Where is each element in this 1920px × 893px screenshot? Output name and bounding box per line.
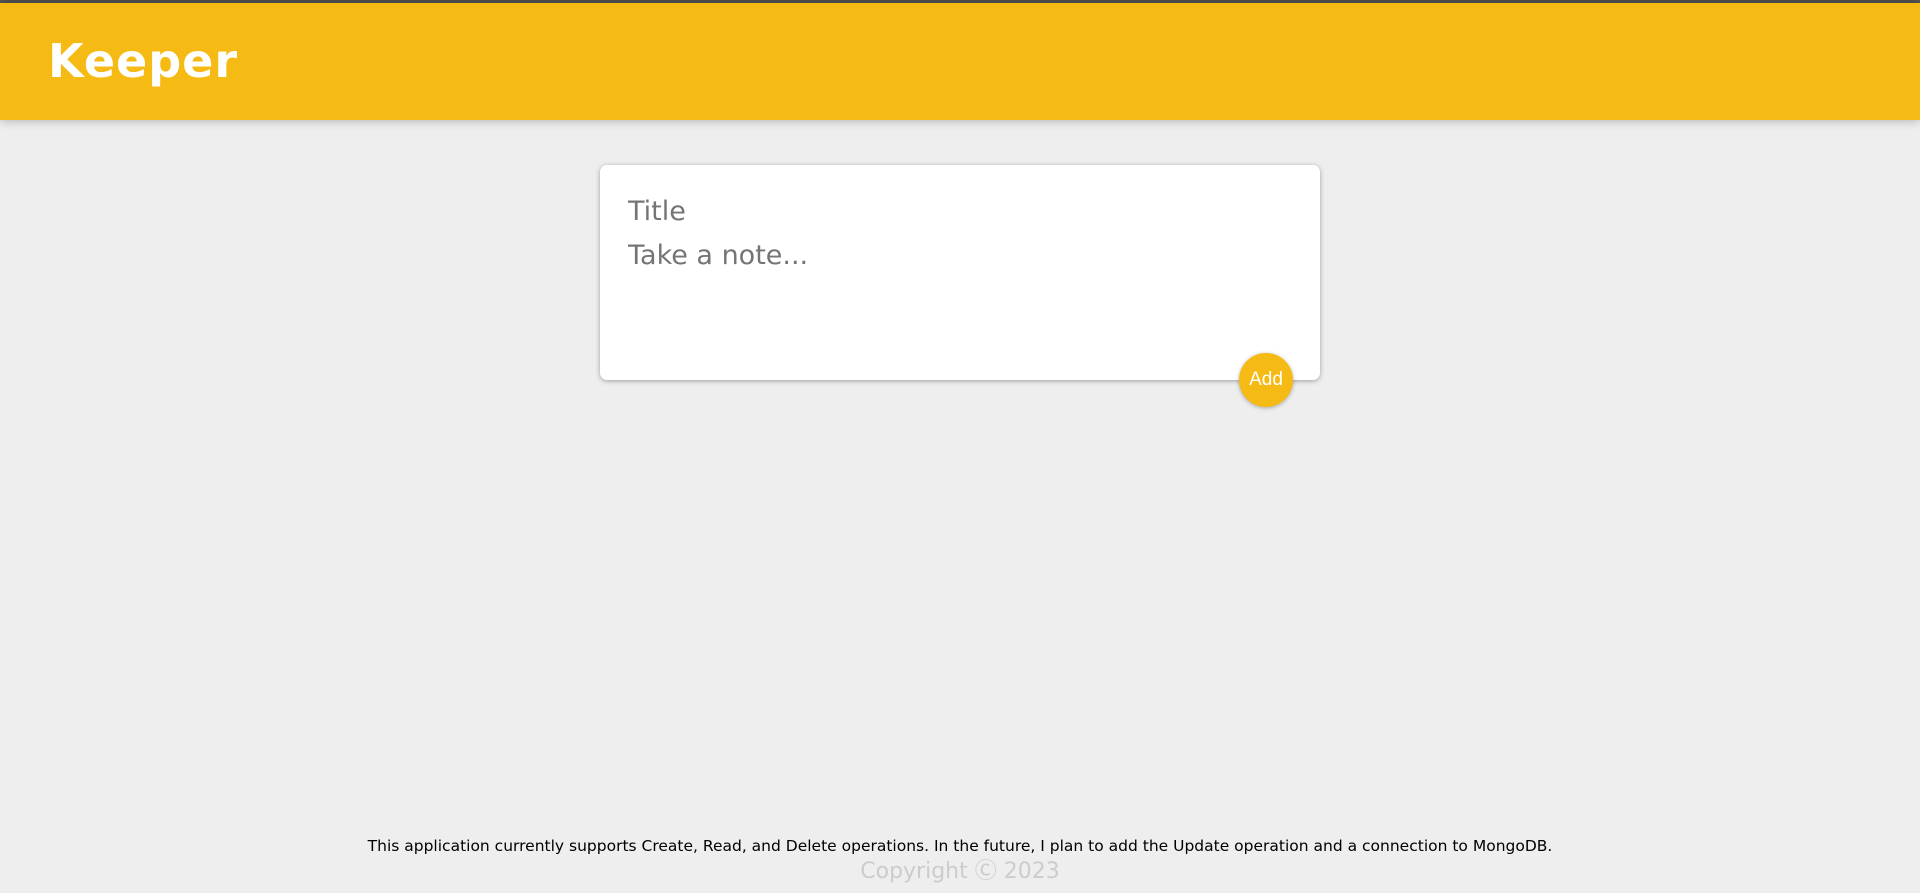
- app-header: Keeper: [0, 3, 1920, 120]
- note-title-input[interactable]: [628, 190, 1288, 232]
- app-title: Keeper: [48, 34, 239, 88]
- page-footer: This application currently supports Crea…: [0, 833, 1920, 885]
- add-note-button[interactable]: Add: [1239, 353, 1293, 407]
- note-content-textarea[interactable]: [628, 237, 1288, 357]
- create-note-form: [600, 165, 1320, 380]
- footer-note: This application currently supports Crea…: [367, 837, 1553, 855]
- copyright-text: Copyright Ⓒ 2023: [860, 859, 1060, 884]
